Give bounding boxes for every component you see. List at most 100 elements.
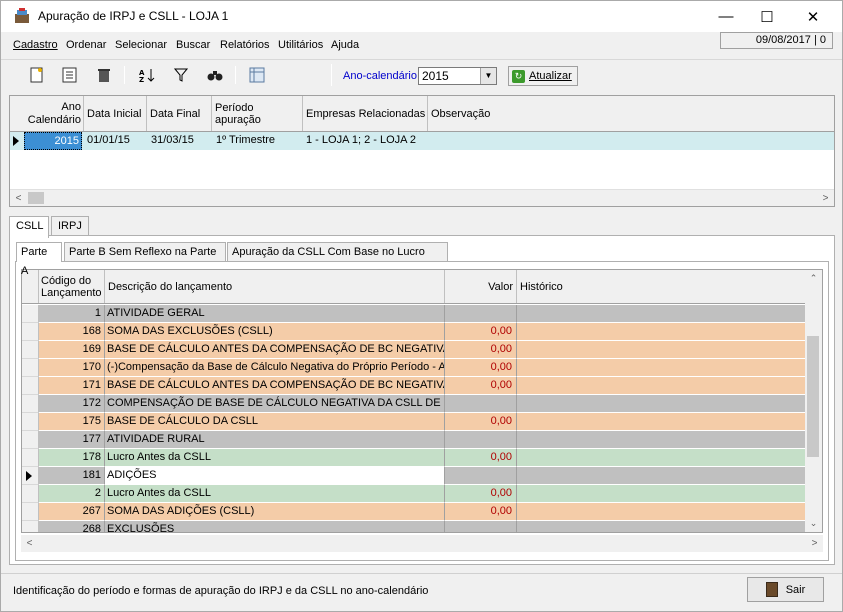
cell-descricao[interactable]: ATIVIDADE GERAL bbox=[105, 305, 445, 323]
tab-parte-b[interactable]: Parte B Sem Reflexo na Parte A bbox=[64, 242, 226, 277]
edit-icon[interactable] bbox=[60, 65, 80, 85]
cell-valor[interactable] bbox=[445, 395, 517, 413]
scroll-right-icon[interactable]: > bbox=[817, 190, 834, 206]
cell-valor[interactable]: 0,00 bbox=[445, 485, 517, 503]
cell-codigo[interactable]: 181 bbox=[39, 467, 105, 485]
horizontal-scrollbar[interactable]: < > bbox=[21, 535, 823, 552]
row-indicator[interactable] bbox=[22, 341, 39, 359]
maximize-button[interactable]: ☐ bbox=[744, 1, 790, 32]
delete-icon[interactable] bbox=[94, 65, 114, 85]
cell-historico[interactable] bbox=[517, 341, 811, 359]
cell-descricao[interactable]: ATIVIDADE RURAL bbox=[105, 431, 445, 449]
tab-irpj[interactable]: IRPJ bbox=[51, 216, 89, 236]
cell-observacao[interactable] bbox=[428, 132, 834, 150]
cell-descricao[interactable]: Lucro Antes da CSLL bbox=[105, 449, 445, 467]
table-row[interactable]: 2015 01/01/15 31/03/15 1º Trimestre 1 - … bbox=[10, 132, 834, 150]
cell-historico[interactable] bbox=[517, 467, 811, 485]
cell-valor[interactable] bbox=[445, 431, 517, 449]
cell-historico[interactable] bbox=[517, 521, 811, 532]
table-row[interactable]: 168 SOMA DAS EXCLUSÕES (CSLL) 0,00 bbox=[22, 323, 811, 341]
row-indicator[interactable] bbox=[22, 323, 39, 341]
scroll-left-icon[interactable]: < bbox=[10, 190, 27, 206]
cell-codigo[interactable]: 178 bbox=[39, 449, 105, 467]
cell-descricao[interactable]: SOMA DAS ADIÇÕES (CSLL) bbox=[105, 503, 445, 521]
table-row[interactable]: 175 BASE DE CÁLCULO DA CSLL 0,00 bbox=[22, 413, 811, 431]
cell-historico[interactable] bbox=[517, 431, 811, 449]
cell-descricao[interactable]: BASE DE CÁLCULO ANTES DA COMPENSAÇÃO DE … bbox=[105, 341, 445, 359]
chevron-down-icon[interactable]: ▼ bbox=[480, 68, 496, 84]
cell-valor[interactable] bbox=[445, 521, 517, 532]
col-ano-calendario[interactable]: Ano Calendário bbox=[10, 96, 84, 131]
scroll-up-icon[interactable]: ⌃ bbox=[805, 270, 822, 287]
col-observacao[interactable]: Observação bbox=[428, 96, 834, 131]
scroll-left-icon[interactable]: < bbox=[21, 535, 38, 551]
cell-codigo[interactable]: 1 bbox=[39, 305, 105, 323]
table-row[interactable]: 177 ATIVIDADE RURAL bbox=[22, 431, 811, 449]
scroll-thumb[interactable] bbox=[28, 192, 44, 204]
cell-codigo[interactable]: 2 bbox=[39, 485, 105, 503]
table-row[interactable]: 172 COMPENSAÇÃO DE BASE DE CÁLCULO NEGATI… bbox=[22, 395, 811, 413]
sair-button[interactable]: Sair bbox=[747, 577, 824, 602]
row-indicator[interactable] bbox=[22, 305, 39, 323]
row-indicator[interactable] bbox=[22, 431, 39, 449]
find-icon[interactable] bbox=[205, 65, 225, 85]
cell-codigo[interactable]: 171 bbox=[39, 377, 105, 395]
menu-utilitarios[interactable]: Utilitários bbox=[278, 39, 323, 51]
cell-descricao[interactable]: EXCLUSÕES bbox=[105, 521, 445, 532]
tab-apuracao-lucro-real[interactable]: Apuração da CSLL Com Base no Lucro Real bbox=[227, 242, 448, 277]
sort-icon[interactable]: AZ bbox=[137, 65, 157, 85]
cell-valor[interactable] bbox=[445, 467, 517, 485]
table-row[interactable]: 267 SOMA DAS ADIÇÕES (CSLL) 0,00 bbox=[22, 503, 811, 521]
cell-historico[interactable] bbox=[517, 485, 811, 503]
cell-codigo[interactable]: 170 bbox=[39, 359, 105, 377]
table-row[interactable]: 171 BASE DE CÁLCULO ANTES DA COMPENSAÇÃO … bbox=[22, 377, 811, 395]
cell-valor[interactable]: 0,00 bbox=[445, 323, 517, 341]
scroll-right-icon[interactable]: > bbox=[806, 535, 823, 551]
menu-selecionar[interactable]: Selecionar bbox=[115, 39, 167, 51]
row-indicator[interactable] bbox=[22, 467, 39, 485]
col-data-inicial[interactable]: Data Inicial bbox=[84, 96, 147, 131]
table-row[interactable]: 170 (-)Compensação da Base de Cálculo Neg… bbox=[22, 359, 811, 377]
cell-codigo[interactable]: 267 bbox=[39, 503, 105, 521]
cell-historico[interactable] bbox=[517, 305, 811, 323]
row-indicator[interactable] bbox=[22, 503, 39, 521]
scroll-thumb[interactable] bbox=[807, 336, 819, 457]
menu-relatorios[interactable]: Relatórios bbox=[220, 39, 270, 51]
table-row[interactable]: 2 Lucro Antes da CSLL 0,00 bbox=[22, 485, 811, 503]
cell-historico[interactable] bbox=[517, 395, 811, 413]
table-row[interactable]: 181 ADIÇÕES bbox=[22, 467, 811, 485]
row-indicator[interactable] bbox=[22, 449, 39, 467]
cell-codigo[interactable]: 172 bbox=[39, 395, 105, 413]
cell-codigo[interactable]: 169 bbox=[39, 341, 105, 359]
col-descricao[interactable]: Descrição do lançamento bbox=[105, 270, 445, 303]
cell-descricao[interactable]: COMPENSAÇÃO DE BASE DE CÁLCULO NEGATIVA … bbox=[105, 395, 445, 413]
cell-descricao[interactable]: Lucro Antes da CSLL bbox=[105, 485, 445, 503]
cell-codigo[interactable]: 168 bbox=[39, 323, 105, 341]
new-icon[interactable] bbox=[27, 65, 47, 85]
cell-valor[interactable] bbox=[445, 305, 517, 323]
cell-ano[interactable]: 2015 bbox=[24, 132, 82, 150]
scroll-down-icon[interactable]: ⌄ bbox=[805, 515, 822, 532]
menu-ajuda[interactable]: Ajuda bbox=[331, 39, 359, 51]
col-valor[interactable]: Valor bbox=[445, 270, 517, 303]
row-indicator[interactable] bbox=[22, 359, 39, 377]
cell-periodo[interactable]: 1º Trimestre bbox=[212, 132, 303, 150]
row-indicator[interactable] bbox=[22, 485, 39, 503]
col-historico[interactable]: Histórico bbox=[517, 270, 811, 303]
col-empresas-relacionadas[interactable]: Empresas Relacionadas bbox=[303, 96, 428, 131]
table-row[interactable]: 178 Lucro Antes da CSLL 0,00 bbox=[22, 449, 811, 467]
cell-data-inicial[interactable]: 01/01/15 bbox=[84, 132, 147, 150]
cell-valor[interactable]: 0,00 bbox=[445, 341, 517, 359]
cell-data-final[interactable]: 31/03/15 bbox=[147, 132, 212, 150]
cell-valor[interactable]: 0,00 bbox=[445, 359, 517, 377]
row-indicator[interactable] bbox=[22, 377, 39, 395]
cell-descricao[interactable]: (-)Compensação da Base de Cálculo Negati… bbox=[105, 359, 445, 377]
col-data-final[interactable]: Data Final bbox=[147, 96, 212, 131]
menu-cadastro[interactable]: Cadastro bbox=[13, 39, 58, 51]
cell-valor[interactable]: 0,00 bbox=[445, 449, 517, 467]
row-indicator[interactable] bbox=[22, 395, 39, 413]
cell-codigo[interactable]: 177 bbox=[39, 431, 105, 449]
cell-historico[interactable] bbox=[517, 323, 811, 341]
menu-buscar[interactable]: Buscar bbox=[176, 39, 210, 51]
cell-historico[interactable] bbox=[517, 503, 811, 521]
